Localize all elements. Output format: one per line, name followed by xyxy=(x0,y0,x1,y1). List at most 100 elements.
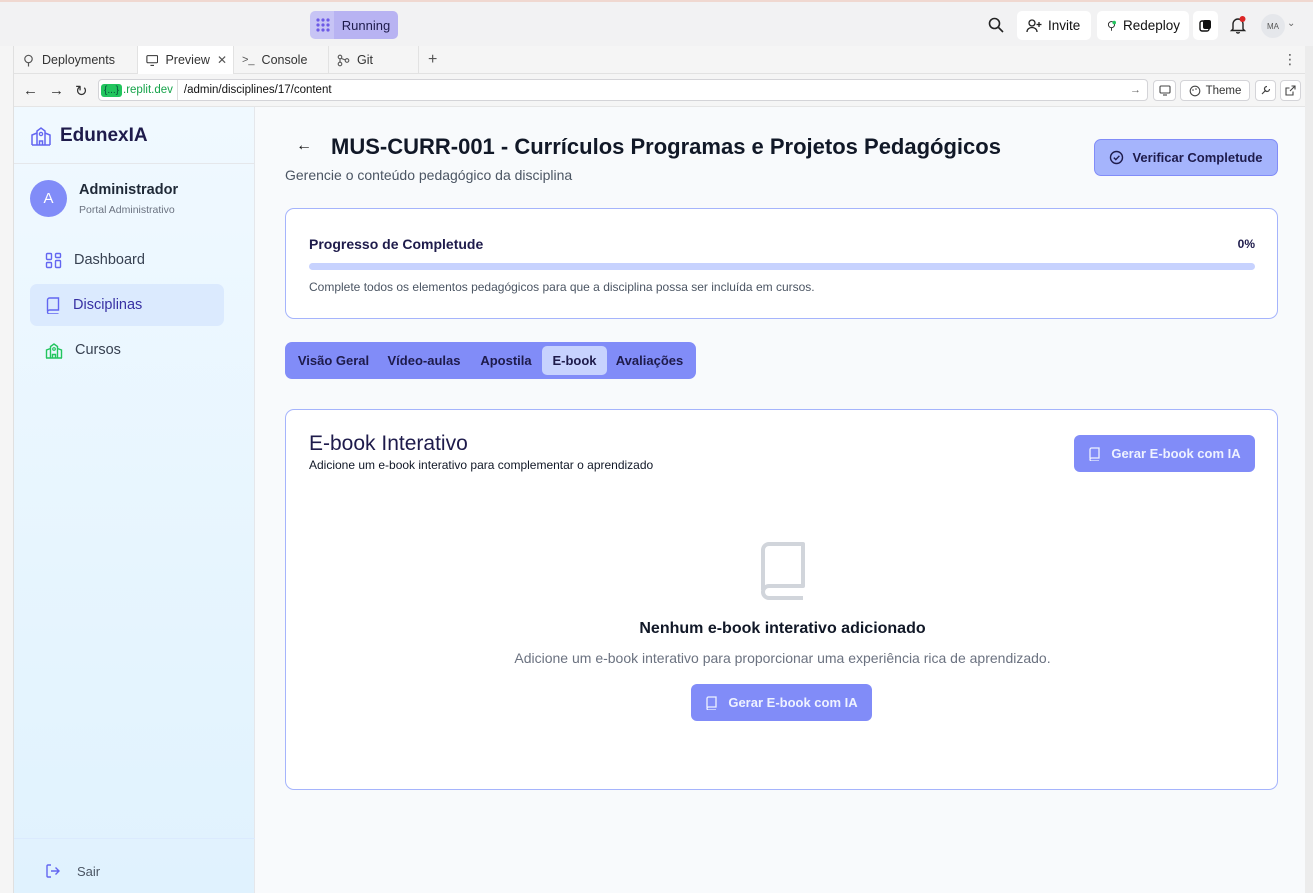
generate-label: Gerar E-book com IA xyxy=(728,695,858,710)
book-icon xyxy=(761,542,805,600)
close-icon[interactable]: ✕ xyxy=(217,53,227,67)
page-subtitle: Gerencie o conteúdo pedagógico da discip… xyxy=(285,167,573,183)
empty-state-description: Adicione um e-book interativo para propo… xyxy=(514,650,1051,666)
main-content: ← MUS-CURR-001 - Currículos Programas e … xyxy=(255,107,1305,893)
tab-visao-geral[interactable]: Visão Geral xyxy=(289,346,378,375)
tab-git[interactable]: Git xyxy=(329,46,419,74)
layers-icon xyxy=(1199,20,1211,32)
sidebar: EdunexIA A Administrador Portal Administ… xyxy=(14,107,255,893)
app-preview: EdunexIA A Administrador Portal Administ… xyxy=(14,107,1305,893)
dashboard-icon xyxy=(45,252,62,268)
page-title: MUS-CURR-001 - Currículos Programas e Pr… xyxy=(331,134,1001,159)
replit-topbar: Running Invite Redeploy MA ⌄ xyxy=(0,0,1313,46)
more-icon[interactable]: ⋮ xyxy=(1283,51,1297,68)
brand-name: EdunexIA xyxy=(60,125,148,146)
search-icon[interactable] xyxy=(987,16,1005,34)
logout-icon xyxy=(46,864,60,878)
redeploy-button[interactable]: Redeploy xyxy=(1097,11,1189,40)
chevron-down-icon[interactable]: ⌄ xyxy=(1287,18,1295,29)
book-icon xyxy=(46,296,60,314)
progress-card: Progresso de Completude 0% Complete todo… xyxy=(285,208,1278,319)
host-text: .replit.dev xyxy=(123,84,173,96)
progress-percent: 0% xyxy=(1237,237,1255,251)
verify-label: Verificar Completude xyxy=(1132,150,1263,165)
sidebar-item-label: Cursos xyxy=(75,342,121,358)
wrench-icon xyxy=(1261,85,1271,95)
workspace-tabbar: Deployments Preview ✕ >_ Console Git + ⋮ xyxy=(14,46,1305,74)
layout-toggle-button[interactable] xyxy=(1193,11,1218,40)
terminal-icon: >_ xyxy=(242,54,255,66)
tab-label: Preview xyxy=(165,53,210,67)
open-new-tab-button[interactable] xyxy=(1280,80,1301,101)
sidebar-item-label: Dashboard xyxy=(74,252,145,268)
sidebar-item-dashboard[interactable]: Dashboard xyxy=(30,239,224,281)
logout-button[interactable]: Sair xyxy=(45,863,100,879)
reload-icon[interactable]: ↻ xyxy=(75,82,88,100)
brand[interactable]: EdunexIA xyxy=(30,125,148,147)
add-user-icon xyxy=(1026,18,1042,32)
theme-button[interactable]: Theme xyxy=(1180,80,1250,101)
school-icon xyxy=(45,342,63,359)
avatar: A xyxy=(30,180,67,217)
back-arrow-icon[interactable]: ← xyxy=(23,82,38,99)
tab-console[interactable]: >_ Console xyxy=(234,46,329,74)
devtools-button[interactable] xyxy=(1153,80,1176,101)
monitor-icon xyxy=(146,54,159,66)
left-panel-edge xyxy=(0,46,14,893)
run-icon[interactable] xyxy=(310,11,336,39)
generate-ebook-button[interactable]: Gerar E-book com IA xyxy=(1074,435,1255,472)
progress-title: Progresso de Completude xyxy=(309,236,484,252)
invite-label: Invite xyxy=(1048,18,1081,33)
user-role: Portal Administrativo xyxy=(79,204,175,216)
back-arrow-icon[interactable]: ← xyxy=(296,137,312,155)
theme-label: Theme xyxy=(1205,84,1242,97)
avatar[interactable]: MA xyxy=(1261,14,1285,38)
book-icon xyxy=(706,695,717,710)
check-circle-icon xyxy=(1110,150,1124,165)
tab-label: Deployments xyxy=(42,53,115,67)
book-icon xyxy=(1089,446,1100,461)
tools-button[interactable] xyxy=(1255,80,1276,101)
sidebar-item-cursos[interactable]: Cursos xyxy=(30,329,224,371)
palette-icon xyxy=(1189,85,1200,96)
tab-deployments[interactable]: Deployments xyxy=(14,46,138,74)
add-tab-icon[interactable]: + xyxy=(428,51,437,69)
url-path: /admin/disciplines/17/content xyxy=(183,84,332,96)
host-badge: {...} xyxy=(101,83,123,97)
deploy-icon xyxy=(24,54,33,66)
url-field[interactable]: {...} .replit.dev /admin/disciplines/17/… xyxy=(98,79,1148,101)
go-arrow-icon[interactable]: → xyxy=(1130,84,1141,96)
school-icon xyxy=(31,127,51,146)
tab-video-aulas[interactable]: Vídeo-aulas xyxy=(378,346,470,375)
empty-state-title: Nenhum e-book interativo adicionado xyxy=(639,620,926,637)
generate-label: Gerar E-book com IA xyxy=(1111,446,1241,461)
progress-note: Complete todos os elementos pedagógicos … xyxy=(309,280,815,294)
user-name: Administrador xyxy=(79,182,179,198)
tab-preview[interactable]: Preview ✕ xyxy=(138,46,234,74)
tab-avaliacoes[interactable]: Avaliações xyxy=(607,346,692,375)
sidebar-item-label: Disciplinas xyxy=(73,297,143,313)
monitor-icon xyxy=(1158,85,1171,96)
redeploy-label: Redeploy xyxy=(1122,18,1180,33)
invite-button[interactable]: Invite xyxy=(1017,11,1091,40)
right-panel-edge xyxy=(1305,46,1313,893)
logout-label: Sair xyxy=(77,863,101,879)
ebook-card: E-book Interativo Adicione um e-book int… xyxy=(285,409,1278,790)
tab-label: Console xyxy=(261,53,308,67)
ebook-title: E-book Interativo xyxy=(309,432,468,455)
bell-icon[interactable] xyxy=(1228,15,1248,35)
sidebar-item-disciplinas[interactable]: Disciplinas xyxy=(30,284,224,326)
verify-completeness-button[interactable]: Verificar Completude xyxy=(1094,139,1278,176)
progress-bar xyxy=(309,263,1255,270)
running-button[interactable]: Running xyxy=(334,11,398,39)
tab-apostila[interactable]: Apostila xyxy=(470,346,542,375)
ebook-subtitle: Adicione um e-book interativo para compl… xyxy=(309,458,654,472)
forward-arrow-icon[interactable]: → xyxy=(49,82,64,99)
external-link-icon xyxy=(1285,85,1296,96)
tab-label: Git xyxy=(357,53,373,67)
url-host: {...} .replit.dev xyxy=(99,80,178,100)
divider xyxy=(14,163,255,164)
generate-ebook-button[interactable]: Gerar E-book com IA xyxy=(691,684,872,721)
divider xyxy=(14,838,255,839)
tab-ebook[interactable]: E-book xyxy=(542,346,607,375)
